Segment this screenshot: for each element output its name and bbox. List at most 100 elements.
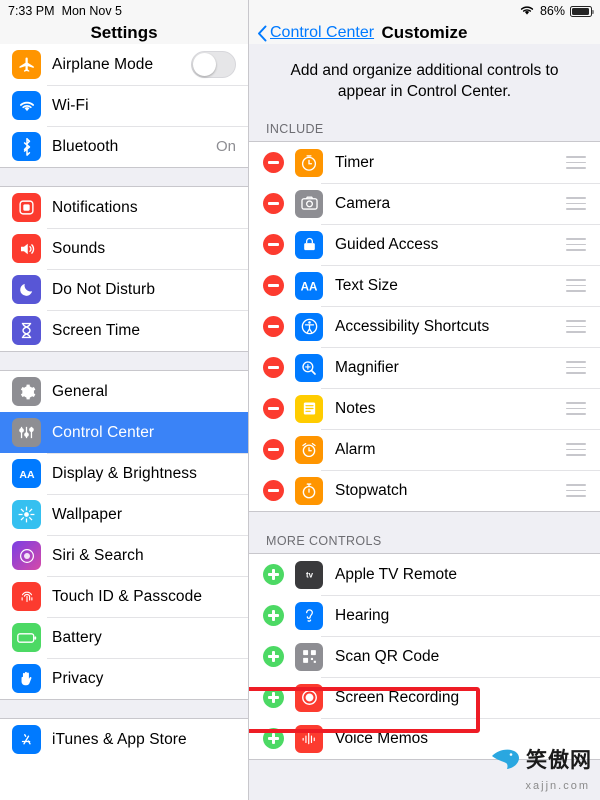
control-row-guided-access[interactable]: Guided Access [249, 224, 600, 265]
drag-handle[interactable] [566, 197, 586, 210]
control-row-hearing[interactable]: Hearing [249, 595, 600, 636]
more-controls-list: tv Apple TV Remote Hearing Scan QR Code [249, 553, 600, 760]
settings-pane: Settings Airplane Mode Wi-Fi Bluetooth O… [0, 0, 249, 800]
status-battery-percent: 86% [539, 4, 565, 18]
add-control-button[interactable] [263, 646, 284, 667]
sidebar-item-wallpaper[interactable]: Wallpaper [0, 494, 248, 535]
remove-control-button[interactable] [263, 357, 284, 378]
gear-icon [12, 377, 41, 406]
sidebar-item-siri-search[interactable]: Siri & Search [0, 535, 248, 576]
control-label: Guided Access [335, 235, 439, 253]
drag-handle[interactable] [566, 156, 586, 169]
control-row-scan-qr-code[interactable]: Scan QR Code [249, 636, 600, 677]
customize-description: Add and organize additional controls to … [290, 62, 559, 100]
ipad-settings-screen: 7:33 PM Mon Nov 5 86% Settings Airplane … [0, 0, 600, 800]
camera-icon [295, 189, 323, 218]
moon-icon [12, 275, 41, 304]
control-label: Camera [335, 194, 391, 212]
customize-pane: Control Center Customize Add and organiz… [249, 0, 600, 800]
drag-handle[interactable] [566, 238, 586, 251]
bluetooth-state-value: On [215, 138, 236, 155]
add-control-button[interactable] [263, 564, 284, 585]
control-row-magnifier[interactable]: Magnifier [249, 347, 600, 388]
include-section-header: INCLUDE [266, 122, 324, 136]
alarm-icon [295, 435, 323, 464]
sidebar-item-display-brightness[interactable]: AA Display & Brightness [0, 453, 248, 494]
remove-control-button[interactable] [263, 316, 284, 337]
drag-handle[interactable] [566, 443, 586, 456]
control-row-accessibility-shortcuts[interactable]: Accessibility Shortcuts [249, 306, 600, 347]
control-row-screen-recording[interactable]: Screen Recording [249, 677, 600, 718]
qr-code-icon [295, 642, 323, 671]
sidebar-item-label: iTunes & App Store [52, 730, 187, 748]
drag-handle[interactable] [566, 484, 586, 497]
page-title: Settings [90, 23, 158, 42]
sidebar-item-control-center[interactable]: Control Center [0, 412, 248, 453]
sidebar-item-label: Airplane Mode [52, 55, 154, 73]
remove-control-button[interactable] [263, 480, 284, 501]
control-row-text-size[interactable]: AA Text Size [249, 265, 600, 306]
sidebar-item-general[interactable]: General [0, 371, 248, 412]
control-label: Notes [335, 399, 376, 417]
control-row-timer[interactable]: Timer [249, 142, 600, 183]
sidebar-item-touch-id-passcode[interactable]: Touch ID & Passcode [0, 576, 248, 617]
back-button-label: Control Center [270, 24, 375, 41]
control-row-notes[interactable]: Notes [249, 388, 600, 429]
remove-control-button[interactable] [263, 398, 284, 419]
drag-handle[interactable] [566, 361, 586, 374]
notifications-icon [12, 193, 41, 222]
remove-control-button[interactable] [263, 152, 284, 173]
drag-handle[interactable] [566, 320, 586, 333]
remove-control-button[interactable] [263, 275, 284, 296]
more-controls-section-header: MORE CONTROLS [266, 534, 382, 548]
sidebar-item-wifi[interactable]: Wi-Fi [0, 85, 248, 126]
magnifier-icon [295, 353, 323, 382]
control-row-apple-tv-remote[interactable]: tv Apple TV Remote [249, 554, 600, 595]
dolphin-logo-icon [492, 749, 519, 769]
include-list: Timer Camera Guided Access AA Text Size … [249, 141, 600, 512]
battery-icon [570, 5, 594, 17]
airplane-mode-toggle[interactable] [191, 51, 236, 78]
add-control-button[interactable] [263, 687, 284, 708]
sidebar-item-privacy[interactable]: Privacy [0, 658, 248, 699]
add-control-button[interactable] [263, 605, 284, 626]
back-button-control-center[interactable]: Control Center [257, 24, 374, 42]
settings-group-divider [0, 351, 248, 371]
settings-group-connectivity: Airplane Mode Wi-Fi Bluetooth On [0, 44, 248, 167]
control-label: Stopwatch [335, 481, 408, 499]
control-label: Scan QR Code [335, 647, 440, 665]
wifi-icon [519, 4, 535, 19]
sidebar-item-itunes-app-store[interactable]: iTunes & App Store [0, 719, 248, 760]
sidebar-item-label: Screen Time [52, 321, 141, 339]
svg-text:AA: AA [301, 280, 318, 293]
guided-access-icon [295, 230, 323, 259]
control-row-alarm[interactable]: Alarm [249, 429, 600, 470]
control-label: Hearing [335, 606, 390, 624]
app-store-icon [12, 725, 41, 754]
sidebar-item-airplane-mode[interactable]: Airplane Mode [0, 44, 248, 85]
control-row-camera[interactable]: Camera [249, 183, 600, 224]
control-row-stopwatch[interactable]: Stopwatch [249, 470, 600, 511]
remove-control-button[interactable] [263, 234, 284, 255]
apple-tv-remote-icon: tv [295, 560, 323, 589]
sidebar-item-label: Control Center [52, 423, 155, 441]
status-bar-right: 86% [519, 4, 600, 19]
status-bar-left: 7:33 PM Mon Nov 5 [0, 4, 122, 18]
sidebar-item-do-not-disturb[interactable]: Do Not Disturb [0, 269, 248, 310]
sidebar-item-sounds[interactable]: Sounds [0, 228, 248, 269]
svg-text:AA: AA [19, 468, 35, 480]
drag-handle[interactable] [566, 402, 586, 415]
control-label: Screen Recording [335, 688, 460, 706]
control-label: Apple TV Remote [335, 565, 458, 583]
sidebar-item-label: Do Not Disturb [52, 280, 156, 298]
add-control-button[interactable] [263, 728, 284, 749]
siri-icon [12, 541, 41, 570]
remove-control-button[interactable] [263, 439, 284, 460]
sidebar-item-screen-time[interactable]: Screen Time [0, 310, 248, 351]
remove-control-button[interactable] [263, 193, 284, 214]
sidebar-item-notifications[interactable]: Notifications [0, 187, 248, 228]
sidebar-item-bluetooth[interactable]: Bluetooth On [0, 126, 248, 167]
sidebar-item-battery[interactable]: Battery [0, 617, 248, 658]
watermark: 笑傲网 [490, 744, 592, 774]
drag-handle[interactable] [566, 279, 586, 292]
